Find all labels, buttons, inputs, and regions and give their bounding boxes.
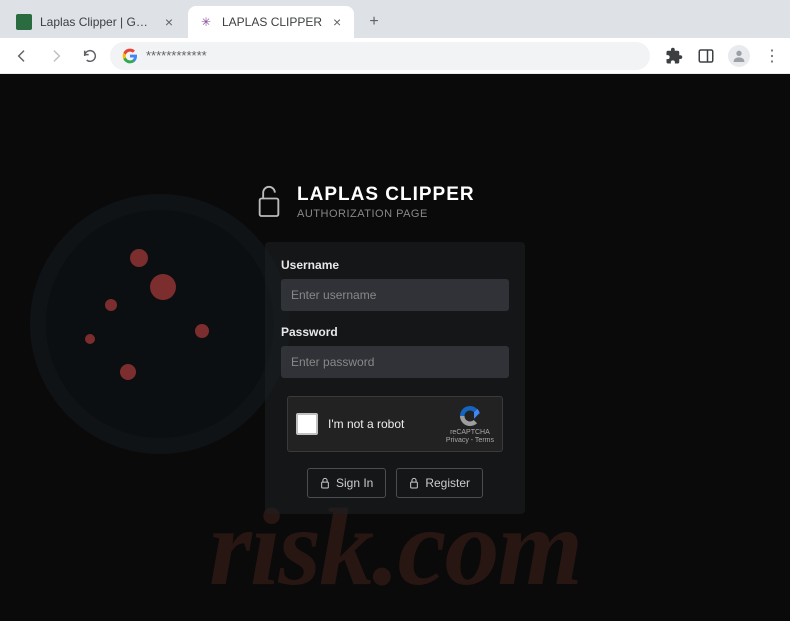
lock-icon bbox=[255, 184, 283, 220]
tab-title: LAPLAS CLIPPER bbox=[222, 15, 322, 29]
background-graphic bbox=[130, 249, 148, 267]
url-text: ************ bbox=[146, 48, 207, 63]
recaptcha-label: I'm not a robot bbox=[328, 417, 436, 431]
menu-button[interactable]: ⋮ bbox=[762, 46, 782, 66]
side-panel-icon[interactable] bbox=[696, 46, 716, 66]
page-viewport: risk.com LAPLAS CLIPPER AUTHORIZATION PA… bbox=[0, 74, 790, 621]
new-tab-button[interactable]: + bbox=[360, 8, 388, 36]
toolbar-right: ⋮ bbox=[656, 45, 782, 67]
favicon-icon bbox=[16, 14, 32, 30]
background-graphic bbox=[195, 324, 209, 338]
background-graphic bbox=[85, 334, 95, 344]
recaptcha-widget[interactable]: I'm not a robot reCAPTCHA Privacy - Term… bbox=[287, 396, 503, 452]
password-label: Password bbox=[281, 325, 509, 339]
toolbar: ************ ⋮ bbox=[0, 38, 790, 74]
lock-icon bbox=[409, 477, 419, 489]
page-title: LAPLAS CLIPPER bbox=[297, 184, 475, 206]
tab-inactive[interactable]: Laplas Clipper | GENERATION OF × bbox=[6, 6, 186, 38]
back-button[interactable] bbox=[8, 42, 36, 70]
lock-icon bbox=[320, 477, 330, 489]
sign-in-button[interactable]: Sign In bbox=[307, 468, 386, 498]
auth-form: Username Password I'm not a robot reCAPT… bbox=[265, 242, 525, 514]
extensions-icon[interactable] bbox=[664, 46, 684, 66]
google-icon bbox=[122, 48, 138, 64]
username-input[interactable] bbox=[281, 279, 509, 311]
tab-active[interactable]: ✳ LAPLAS CLIPPER × bbox=[188, 6, 354, 38]
reload-button[interactable] bbox=[76, 42, 104, 70]
profile-button[interactable] bbox=[728, 45, 750, 67]
close-icon[interactable]: × bbox=[330, 15, 344, 29]
forward-button[interactable] bbox=[42, 42, 70, 70]
tab-strip: Laplas Clipper | GENERATION OF × ✳ LAPLA… bbox=[0, 0, 790, 38]
button-row: Sign In Register bbox=[281, 468, 509, 498]
auth-panel: LAPLAS CLIPPER AUTHORIZATION PAGE Userna… bbox=[265, 184, 525, 514]
tab-title: Laplas Clipper | GENERATION OF bbox=[40, 15, 154, 29]
page-subtitle: AUTHORIZATION PAGE bbox=[297, 208, 475, 220]
close-icon[interactable]: × bbox=[162, 15, 176, 29]
username-label: Username bbox=[281, 258, 509, 272]
register-button[interactable]: Register bbox=[396, 468, 483, 498]
background-graphic bbox=[30, 194, 290, 454]
password-input[interactable] bbox=[281, 346, 509, 378]
background-graphic bbox=[105, 299, 117, 311]
background-graphic bbox=[150, 274, 176, 300]
address-bar[interactable]: ************ bbox=[110, 42, 650, 70]
background-graphic bbox=[120, 364, 136, 380]
favicon-icon: ✳ bbox=[198, 14, 214, 30]
auth-header: LAPLAS CLIPPER AUTHORIZATION PAGE bbox=[255, 184, 525, 220]
recaptcha-checkbox[interactable] bbox=[296, 413, 318, 435]
recaptcha-brand: reCAPTCHA Privacy - Terms bbox=[446, 404, 494, 444]
